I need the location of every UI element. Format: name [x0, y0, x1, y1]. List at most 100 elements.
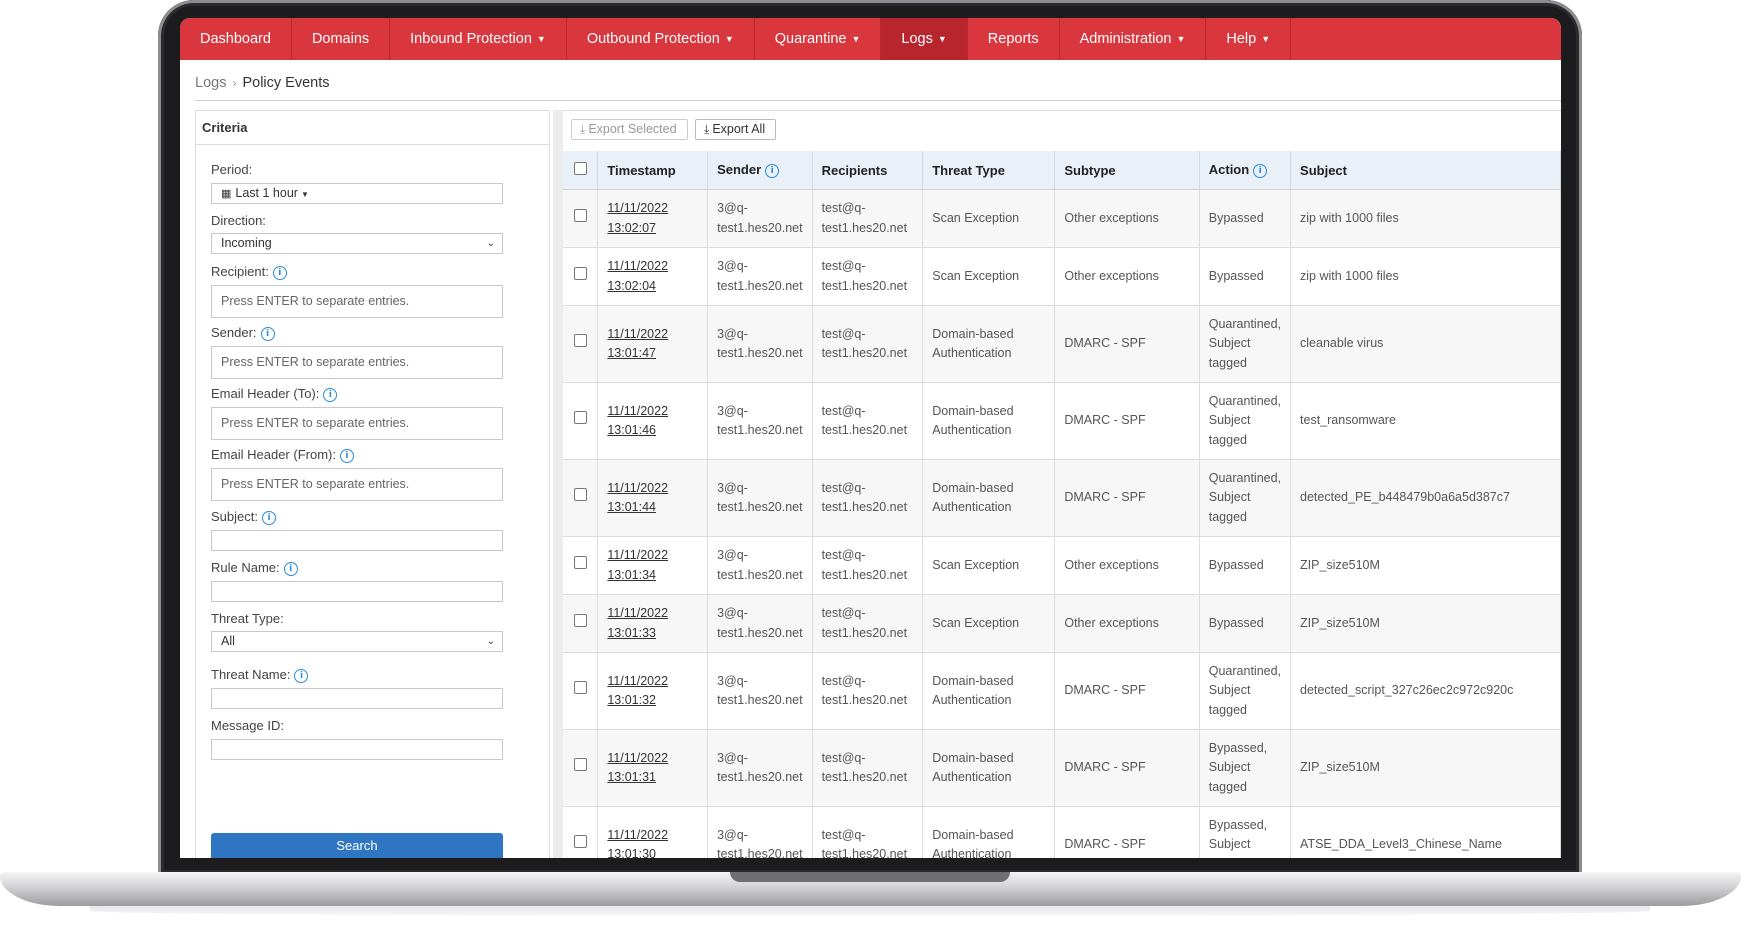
sender-info-icon[interactable]: i [260, 326, 275, 341]
nav-item-inbound-protection[interactable]: Inbound Protection ▼ [390, 18, 567, 60]
table-row[interactable]: 11/11/2022 13:01:46 3@q-test1.hes20.net te… [563, 382, 1561, 460]
recipient-info-icon[interactable]: i [272, 265, 287, 280]
nav-item-logs[interactable]: Logs ▼ [881, 18, 968, 60]
timestamp-header[interactable]: Timestamp [597, 151, 709, 190]
chevron-down-icon: ⌄ [486, 238, 495, 249]
timestamp-link[interactable]: 11/11/2022 13:01:32 [607, 674, 668, 708]
select-all-header [563, 151, 599, 190]
recipients-cell: test@q-test1.hes20.net [812, 594, 924, 653]
table-row[interactable]: 11/11/2022 13:01:30 3@q-test1.hes20.net te… [563, 806, 1561, 859]
nav-item-outbound-protection[interactable]: Outbound Protection ▼ [567, 18, 755, 60]
threat-type-cell: Domain-based Authentication [922, 459, 1056, 537]
rule-name-label: Rule Name: [211, 560, 280, 575]
table-row[interactable]: 11/11/2022 13:02:07 3@q-test1.hes20.net te… [563, 189, 1561, 248]
row-checkbox[interactable] [573, 613, 587, 627]
row-checkbox[interactable] [573, 758, 587, 772]
timestamp-link[interactable]: 11/11/2022 13:01:46 [607, 404, 668, 438]
header-to-info-icon[interactable]: i [323, 387, 338, 402]
timestamp-cell: 11/11/2022 13:01:34 [597, 536, 709, 595]
action-cell: Quarantined, Subject tagged [1199, 382, 1292, 460]
timestamp-link[interactable]: 11/11/2022 13:01:44 [607, 481, 668, 515]
sender-header-info-icon[interactable]: i [765, 163, 780, 178]
timestamp-link[interactable]: 11/11/2022 13:01:30 [607, 828, 668, 859]
timestamp-link[interactable]: 11/11/2022 13:01:47 [607, 327, 668, 361]
sender-cell: 3@q-test1.hes20.net [707, 594, 813, 653]
row-select-cell [563, 305, 599, 383]
message-id-input[interactable] [211, 739, 503, 760]
timestamp-link[interactable]: 11/11/2022 13:01:33 [607, 606, 668, 640]
message-id-label: Message ID: [211, 718, 284, 733]
nav-item-help[interactable]: Help ▼ [1206, 18, 1292, 60]
subject-header[interactable]: Subject [1290, 151, 1561, 190]
row-checkbox[interactable] [573, 835, 587, 849]
select-all-checkbox[interactable] [573, 162, 587, 175]
period-picker[interactable]: ▦ Last 1 hour ▼ [211, 183, 503, 204]
nav-item-administration[interactable]: Administration ▼ [1060, 18, 1207, 60]
export-selected-button[interactable]: ⤓ Export Selected [571, 119, 688, 140]
subtype-header[interactable]: Subtype [1054, 151, 1200, 190]
subtype-cell: Other exceptions [1054, 247, 1200, 306]
nav-item-quarantine[interactable]: Quarantine ▼ [755, 18, 882, 60]
subtype-cell: DMARC - SPF [1054, 305, 1200, 383]
threat-type-header[interactable]: Threat Type [922, 151, 1056, 190]
chevron-down-icon: ⌄ [486, 636, 495, 647]
threat-type-select[interactable]: All ⌄ [211, 631, 503, 652]
timestamp-link[interactable]: 11/11/2022 13:01:34 [607, 548, 668, 582]
timestamp-link[interactable]: 11/11/2022 13:02:04 [607, 259, 668, 293]
row-checkbox[interactable] [573, 488, 587, 502]
export-selected-label: Export Selected [588, 122, 677, 136]
sender-cell: 3@q-test1.hes20.net [707, 189, 813, 248]
action-cell: Bypassed [1199, 247, 1292, 306]
action-cell: Bypassed [1199, 536, 1292, 595]
row-checkbox[interactable] [573, 555, 587, 569]
recipient-input[interactable]: Press ENTER to separate entries. [211, 285, 503, 318]
direction-select[interactable]: Incoming ⌄ [211, 233, 503, 254]
row-checkbox[interactable] [573, 208, 587, 222]
subject-input[interactable] [211, 530, 503, 551]
table-row[interactable]: 11/11/2022 13:01:32 3@q-test1.hes20.net te… [563, 652, 1561, 730]
recipients-cell: test@q-test1.hes20.net [812, 536, 924, 595]
timestamp-link[interactable]: 11/11/2022 13:02:07 [607, 201, 668, 235]
threat-type-cell: Domain-based Authentication [922, 652, 1056, 730]
period-label: Period: [211, 162, 253, 177]
nav-item-dashboard[interactable]: Dashboard [180, 18, 292, 60]
row-select-cell [563, 459, 599, 537]
rule-name-info-icon[interactable]: i [283, 561, 298, 576]
sender-input[interactable]: Press ENTER to separate entries. [211, 346, 503, 379]
nav-item-reports[interactable]: Reports [968, 18, 1060, 60]
threat-name-input[interactable] [211, 688, 503, 709]
table-row[interactable]: 11/11/2022 13:01:33 3@q-test1.hes20.net te… [563, 594, 1561, 653]
breadcrumb-logs-link[interactable]: Logs [195, 75, 226, 91]
action-header[interactable]: Action i [1199, 151, 1292, 190]
row-checkbox[interactable] [573, 681, 587, 695]
panel-divider[interactable] [553, 110, 563, 858]
header-to-input[interactable]: Press ENTER to separate entries. [211, 407, 503, 440]
caret-down-icon: ▼ [300, 190, 309, 199]
action-header-info-icon[interactable]: i [1253, 163, 1268, 178]
row-checkbox[interactable] [573, 334, 587, 348]
timestamp-link[interactable]: 11/11/2022 13:01:31 [607, 751, 668, 785]
row-checkbox[interactable] [573, 266, 587, 280]
threat-type-value: All [221, 634, 235, 648]
recipients-header[interactable]: Recipients [812, 151, 924, 190]
export-all-button[interactable]: ⤓ Export All [695, 119, 777, 140]
table-row[interactable]: 11/11/2022 13:02:04 3@q-test1.hes20.net te… [563, 247, 1561, 306]
header-from-info-icon[interactable]: i [339, 448, 354, 463]
timestamp-cell: 11/11/2022 13:01:33 [597, 594, 709, 653]
row-checkbox[interactable] [573, 411, 587, 425]
threat-type-label: Threat Type: [211, 611, 284, 626]
table-row[interactable]: 11/11/2022 13:01:47 3@q-test1.hes20.net te… [563, 305, 1561, 383]
nav-item-domains[interactable]: Domains [292, 18, 391, 60]
threat-name-info-icon[interactable]: i [294, 668, 309, 683]
subject-cell: test_ransomware [1290, 382, 1561, 460]
nav-item-label: Quarantine [774, 31, 847, 47]
rule-name-input[interactable] [211, 581, 503, 602]
sender-header[interactable]: Sender i [707, 151, 813, 190]
search-button[interactable]: Search [211, 833, 503, 858]
subject-info-icon[interactable]: i [261, 510, 276, 525]
table-row[interactable]: 11/11/2022 13:01:31 3@q-test1.hes20.net te… [563, 729, 1561, 807]
header-from-input[interactable]: Press ENTER to separate entries. [211, 468, 503, 501]
criteria-title: Criteria [196, 111, 549, 145]
table-row[interactable]: 11/11/2022 13:01:44 3@q-test1.hes20.net te… [563, 459, 1561, 537]
table-row[interactable]: 11/11/2022 13:01:34 3@q-test1.hes20.net te… [563, 536, 1561, 595]
